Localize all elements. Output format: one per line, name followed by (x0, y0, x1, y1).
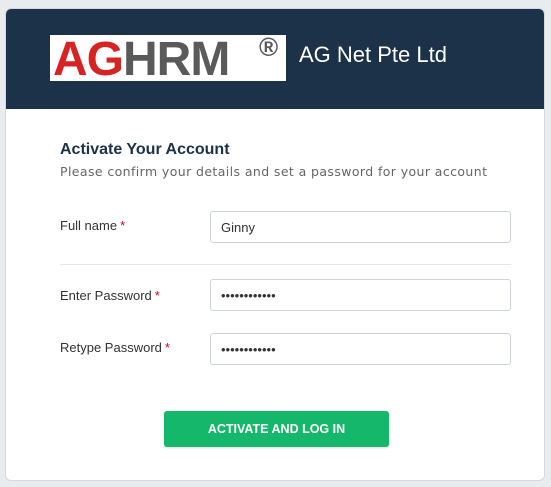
logo-ag-text: AG (53, 33, 124, 86)
retype-password-input[interactable] (210, 333, 511, 365)
aghrm-logo: AGHRM ® (50, 32, 286, 84)
required-marker: * (120, 218, 126, 233)
registered-mark: ® (259, 32, 279, 62)
company-name: AG Net Pte Ltd (299, 42, 447, 67)
divider (60, 264, 511, 265)
retype-password-label: Retype Password * (60, 340, 170, 355)
full-name-input[interactable] (210, 211, 511, 243)
logo-hrm-text: HRM (123, 33, 230, 86)
full-name-label: Full name * (60, 218, 125, 233)
password-label-text: Enter Password (60, 288, 152, 303)
form-subtitle: Please confirm your details and set a pa… (60, 164, 488, 179)
form-title: Activate Your Account (60, 141, 230, 158)
activate-and-login-button[interactable]: ACTIVATE AND LOG IN (164, 411, 389, 447)
retype-password-label-text: Retype Password (60, 340, 162, 355)
required-marker: * (154, 288, 160, 303)
activation-card: AGHRM ® AG Net Pte Ltd Activate Your Acc… (5, 8, 545, 481)
full-name-label-text: Full name (60, 218, 118, 233)
logo-wordmark: AGHRM (53, 36, 230, 84)
required-marker: * (164, 340, 170, 355)
password-input[interactable] (210, 279, 511, 311)
password-label: Enter Password * (60, 288, 160, 303)
header-bar: AGHRM ® AG Net Pte Ltd (6, 9, 544, 109)
